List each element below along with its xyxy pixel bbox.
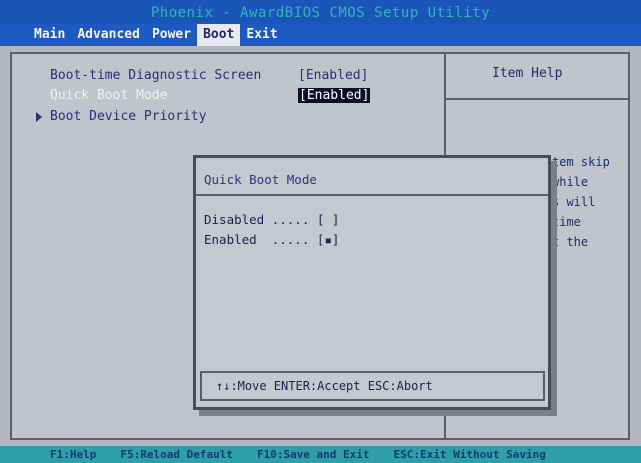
option-label: Quick Boot Mode [50,88,168,103]
menu-boot[interactable]: Boot [197,24,241,46]
option-label: Boot-time Diagnostic Screen [50,68,262,83]
option-label: Boot Device Priority [50,109,207,124]
option-value: [Enabled] [298,68,369,83]
key-exit-without-saving[interactable]: ESC:Exit Without Saving [382,448,558,461]
dialog-footer: ↑↓:Move ENTER:Accept ESC:Abort [200,371,545,401]
menu-main[interactable]: Main [28,24,71,46]
dialog-divider [196,194,548,196]
key-bar: F1:Help F5:Reload Default F10:Save and E… [0,446,641,463]
menu-exit[interactable]: Exit [240,24,283,46]
dialog-title: Quick Boot Mode [204,172,317,187]
option-boot-diagnostic[interactable]: Boot-time Diagnostic Screen [50,68,261,83]
key-save-exit[interactable]: F10:Save and Exit [245,448,382,461]
option-quick-boot[interactable]: Quick Boot Mode [50,88,167,103]
option-boot-device-priority[interactable]: Boot Device Priority [36,109,207,124]
help-title-divider [444,98,630,100]
help-line: tem skip [552,155,610,169]
option-value-selected: [Enabled] [298,88,371,103]
option-boot-diagnostic-value[interactable]: [Enabled] [298,68,368,83]
help-line: s will [552,195,596,209]
submenu-arrow-icon [36,111,42,122]
help-line: time [552,215,581,229]
help-line: while [552,175,589,189]
dialog-option-disabled[interactable]: Disabled ..... [ ] [204,212,339,227]
help-line: t the [552,235,589,249]
key-help[interactable]: F1:Help [38,448,108,461]
menu-advanced[interactable]: Advanced [71,24,146,46]
bios-screen: Phoenix - AwardBIOS CMOS Setup Utility M… [0,0,641,463]
menu-power[interactable]: Power [146,24,197,46]
app-title: Phoenix - AwardBIOS CMOS Setup Utility [0,0,641,24]
menu-bar: Main Advanced Power Boot Exit [0,24,641,46]
dialog-footer-keys: ↑↓:Move ENTER:Accept ESC:Abort [216,379,433,393]
quick-boot-dialog: Quick Boot Mode Disabled ..... [ ] Enabl… [193,155,551,410]
option-quick-boot-value[interactable]: [Enabled] [298,88,371,103]
item-help-title: Item Help [492,66,563,81]
key-reload-default[interactable]: F5:Reload Default [108,448,245,461]
dialog-option-enabled[interactable]: Enabled ..... [▪] [204,232,339,247]
